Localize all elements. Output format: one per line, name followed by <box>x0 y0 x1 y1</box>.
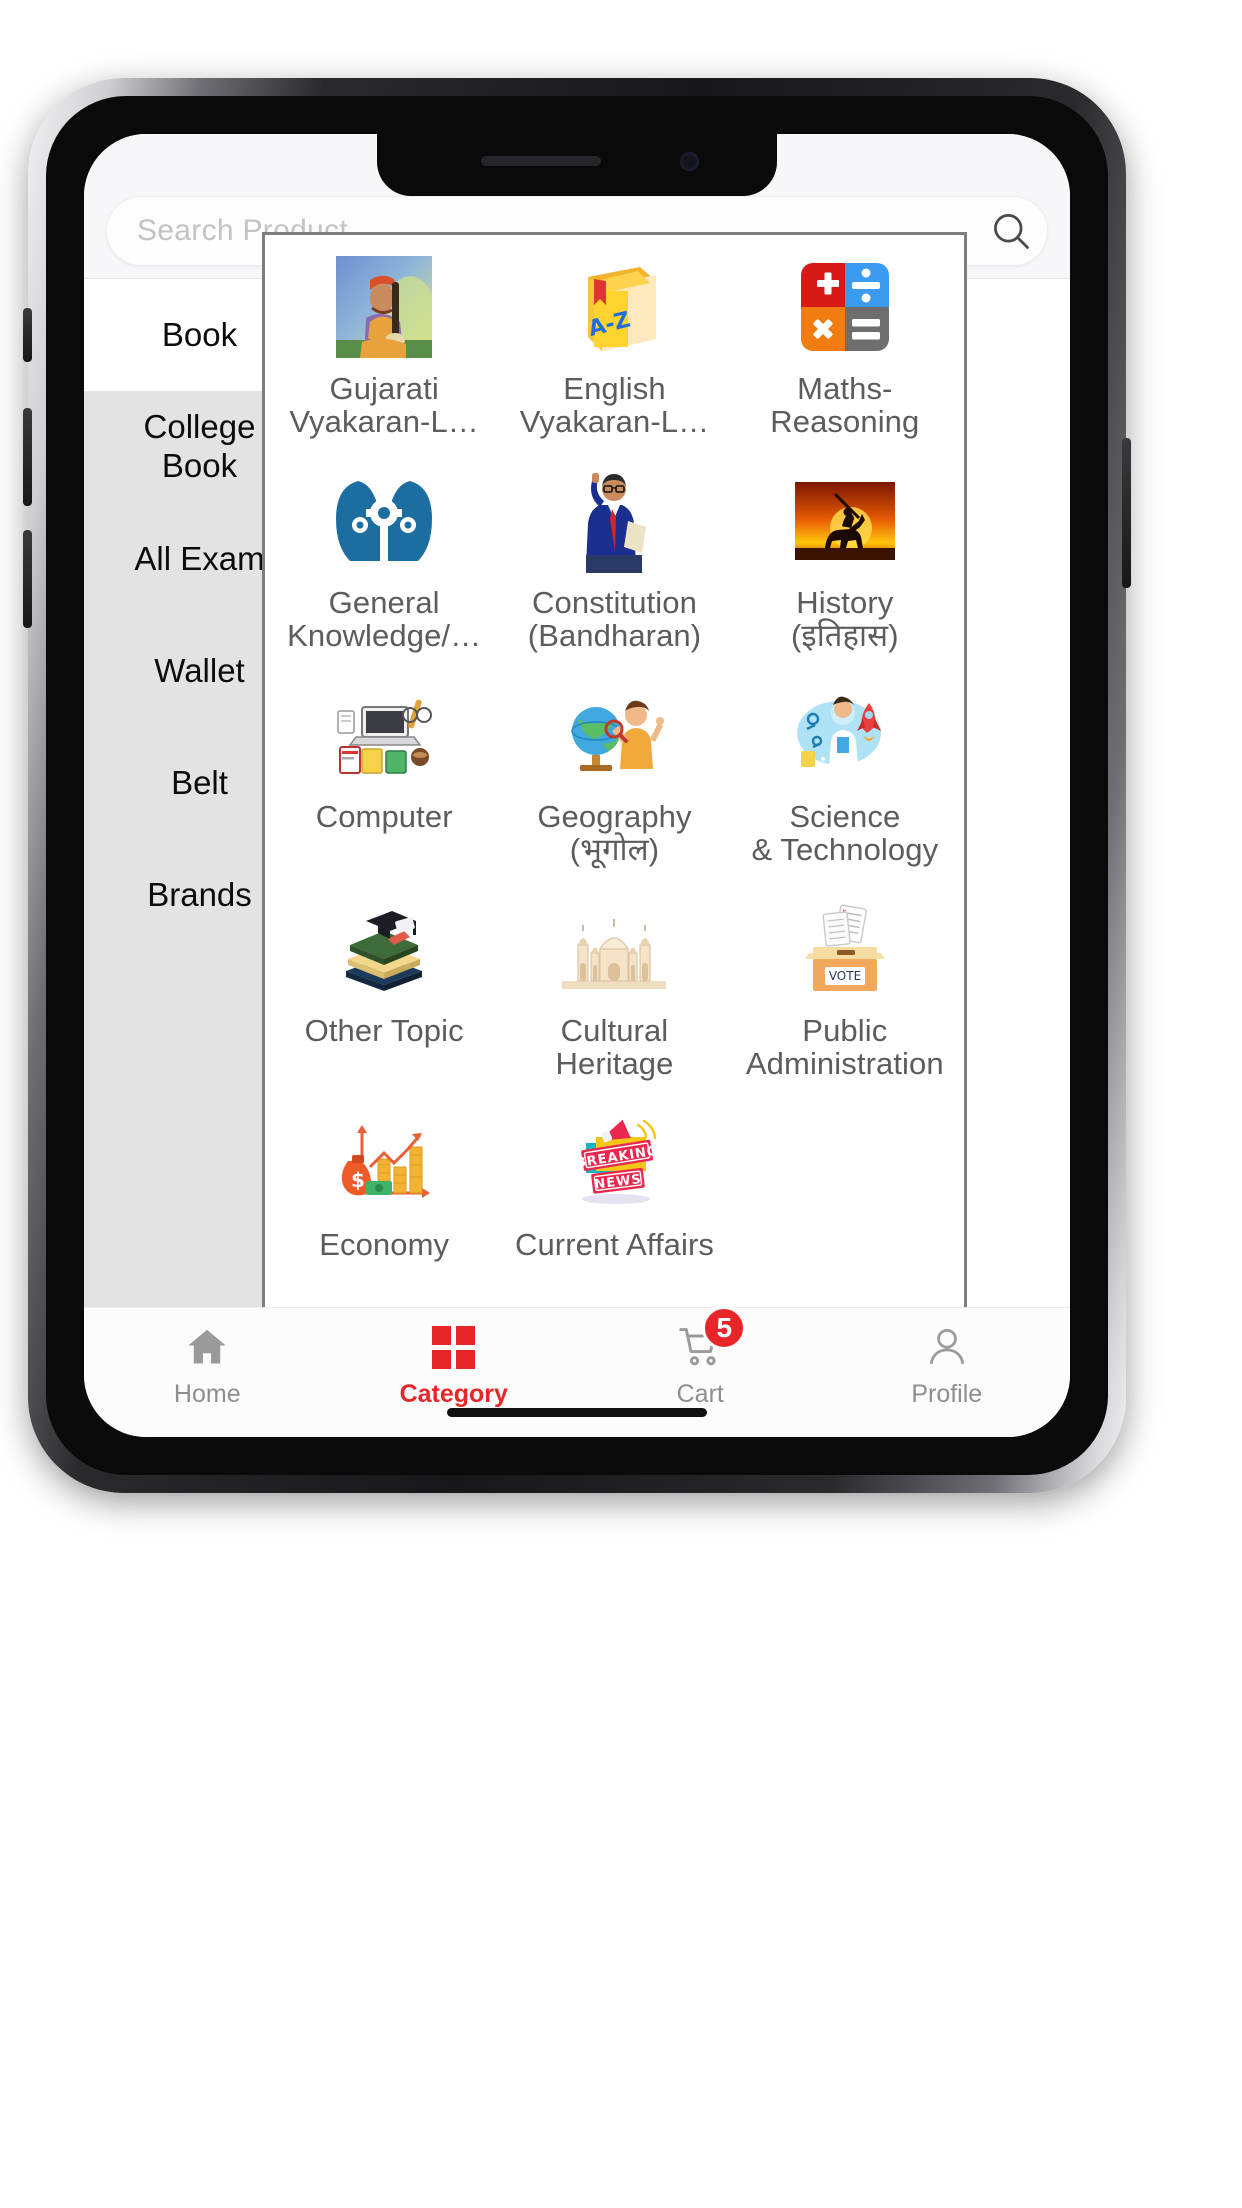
nav-item-label: Profile <box>911 1380 983 1408</box>
category-label: English Vyakaran-L… <box>519 371 710 439</box>
category-item[interactable]: History (इतिहास) <box>730 463 960 677</box>
category-item[interactable]: Science & Technology <box>730 677 960 891</box>
sidebar-item-label: College Book <box>143 408 256 484</box>
category-label: Economy <box>319 1227 450 1262</box>
sidebar-item-label: Book <box>161 315 238 353</box>
category-grid-card: Gujarati Vyakaran-L… A-Z English Vyakara… <box>262 232 967 1312</box>
ambedkar-icon <box>562 469 666 573</box>
category-item[interactable]: Other Topic <box>269 891 499 1105</box>
volume-down-button[interactable] <box>23 530 32 628</box>
vote-ballot-icon: ✗✗✗ VOTE <box>793 897 897 1001</box>
category-label: Maths- Reasoning <box>770 371 920 439</box>
category-label: Constitution (Bandharan) <box>527 585 702 653</box>
front-camera-icon <box>680 152 699 171</box>
category-item[interactable]: Constitution (Bandharan) <box>499 463 729 677</box>
sidebar-item-label: Belt <box>171 763 228 801</box>
nav-item-profile[interactable]: Profile <box>824 1322 1071 1409</box>
speaker-grille <box>481 156 601 166</box>
person-icon[interactable] <box>925 1322 969 1372</box>
category-item[interactable]: Maths- Reasoning <box>730 249 960 463</box>
nav-item-cart[interactable]: 5 Cart <box>577 1306 824 1409</box>
category-label: Cultural Heritage <box>555 1013 674 1081</box>
category-item[interactable]: Geography (भूगोल) <box>499 677 729 891</box>
horse-rider-sunset-icon <box>793 469 897 573</box>
home-indicator <box>447 1408 707 1417</box>
breaking-news-icon: BREAKING NEWS <box>562 1111 666 1215</box>
category-label: Geography (भूगोल) <box>537 799 692 867</box>
heads-gears-icon <box>332 469 436 573</box>
nav-item-category[interactable]: Category <box>331 1322 578 1409</box>
category-label: Gujarati Vyakaran-L… <box>289 371 479 439</box>
science-rocket-icon <box>793 683 897 787</box>
category-item[interactable]: BREAKING NEWS Current Affairs <box>499 1105 729 1309</box>
category-item[interactable]: Computer <box>269 677 499 891</box>
nav-item-label: Category <box>399 1380 508 1408</box>
search-icon[interactable] <box>975 209 1047 253</box>
svg-text:VOTE: VOTE <box>829 969 861 983</box>
taj-mahal-icon <box>562 897 667 1001</box>
books-graduation-icon <box>332 897 436 1001</box>
sidebar-item-label: Brands <box>147 875 252 913</box>
category-label: Current Affairs <box>514 1227 715 1262</box>
category-grid: Gujarati Vyakaran-L… A-Z English Vyakara… <box>265 235 964 1309</box>
category-item[interactable]: General Knowledge/… <box>269 463 499 677</box>
money-growth-chart-icon: $ <box>332 1111 436 1215</box>
category-label: Science & Technology <box>751 799 939 867</box>
cart-icon[interactable]: 5 <box>676 1306 747 1372</box>
category-item[interactable]: $ Economy <box>269 1105 499 1309</box>
category-item[interactable]: A-Z English Vyakaran-L… <box>499 249 729 463</box>
volume-up-button[interactable] <box>23 408 32 506</box>
silent-switch[interactable] <box>23 308 32 362</box>
power-button[interactable] <box>1122 438 1131 588</box>
category-label: Public Administration <box>745 1013 944 1081</box>
saint-portrait-icon <box>332 255 436 359</box>
sidebar-item-label: Wallet <box>154 651 245 689</box>
sidebar-item-label: All Exam <box>134 539 265 577</box>
category-item[interactable]: Cultural Heritage <box>499 891 729 1105</box>
nav-item-label: Home <box>173 1380 241 1408</box>
laptop-desk-icon <box>332 683 436 787</box>
nav-item-label: Cart <box>676 1380 724 1408</box>
nav-item-home[interactable]: Home <box>84 1322 331 1409</box>
category-label: Other Topic <box>304 1013 464 1048</box>
calculator-keys-icon <box>793 255 897 359</box>
category-label: General Knowledge/… <box>287 585 482 653</box>
svg-text:$: $ <box>351 1168 365 1192</box>
category-label: History (इतिहास) <box>791 585 899 653</box>
az-book-icon: A-Z <box>562 255 666 359</box>
notch <box>377 134 777 196</box>
category-label: Computer <box>315 799 453 834</box>
cart-badge: 5 <box>702 1306 747 1350</box>
globe-student-icon <box>562 683 666 787</box>
bottom-navigation: Home Category 5 Cart Profile <box>84 1306 1071 1437</box>
home-icon[interactable] <box>184 1322 230 1372</box>
category-item[interactable]: ✗✗✗ VOTE Public Administration <box>730 891 960 1105</box>
grid-icon[interactable] <box>432 1322 476 1372</box>
category-item[interactable]: Gujarati Vyakaran-L… <box>269 249 499 463</box>
